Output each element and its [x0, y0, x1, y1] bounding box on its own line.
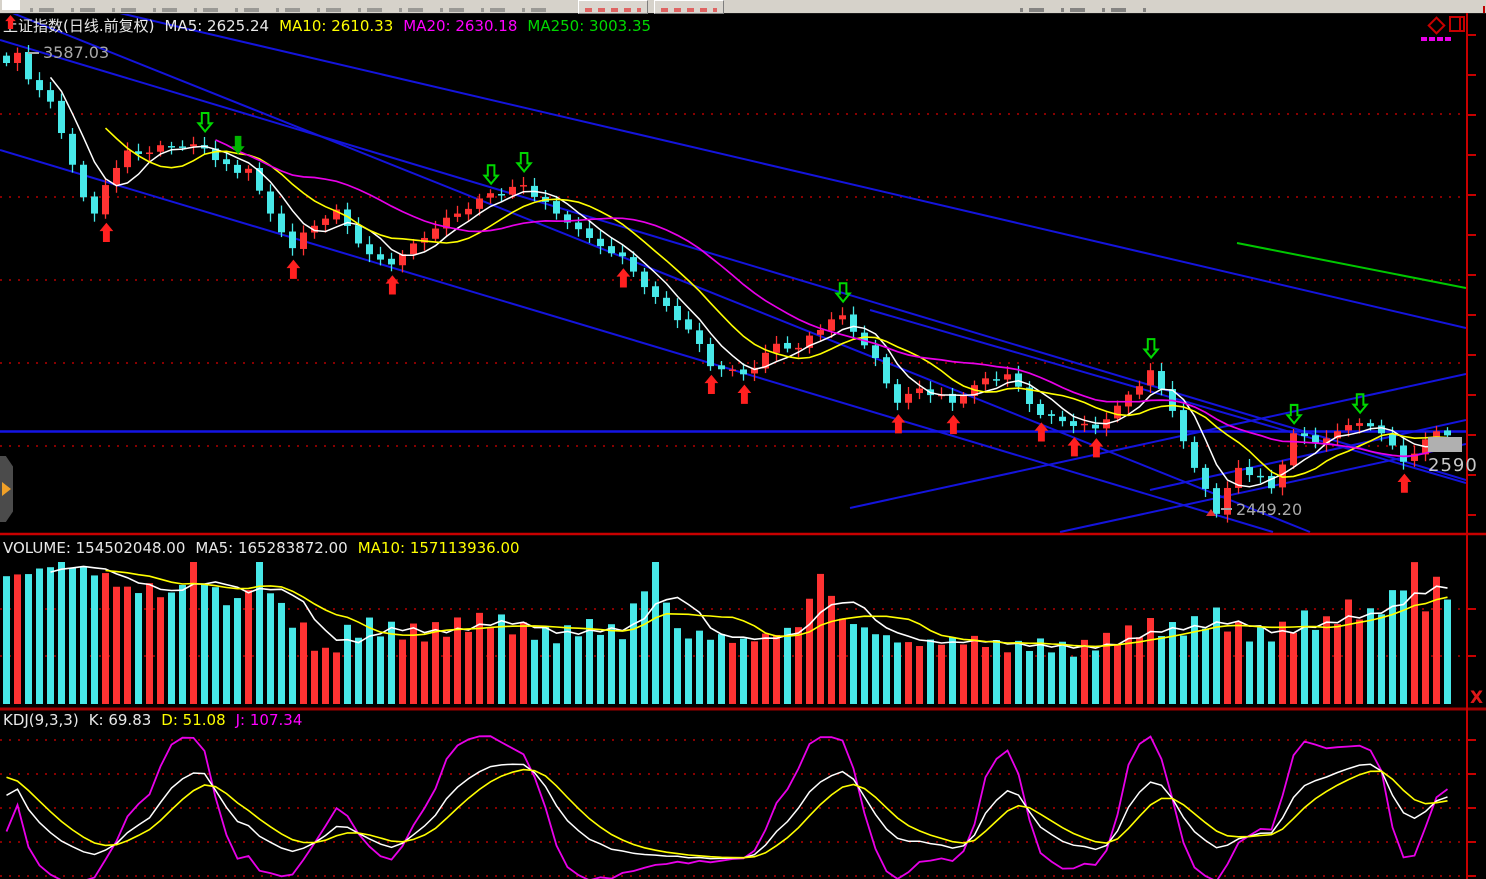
- dashed-line-icon[interactable]: [1421, 37, 1451, 41]
- ma10-value: MA10: 2610.33: [279, 17, 393, 35]
- expand-arrow-icon: [2, 482, 11, 496]
- pane-close-x[interactable]: X: [1470, 688, 1483, 708]
- chart-canvas[interactable]: [0, 0, 1486, 879]
- volume-pane-header: VOLUME: 154502048.00 MA5: 165283872.00 MA1…: [3, 539, 530, 557]
- peak-tick: [28, 52, 39, 54]
- kdj-d-value: D: 51.08: [161, 711, 225, 729]
- trough-price-label: 2449.20: [1236, 500, 1302, 519]
- peak-price-label: 3587.03: [43, 43, 109, 62]
- trough-tick: [1221, 508, 1232, 510]
- axis-highlight-box: [1428, 437, 1462, 452]
- kdj-pane-header: KDJ(9,3,3) K: 69.83 D: 51.08 J: 107.34: [3, 711, 312, 729]
- trough-marker-icon: [1206, 509, 1216, 516]
- volume-ma5-value: MA5: 165283872.00: [195, 539, 347, 557]
- ma5-value: MA5: 2625.24: [164, 17, 269, 35]
- kdj-j-value: J: 107.34: [236, 711, 303, 729]
- ma20-value: MA20: 2630.18: [403, 17, 517, 35]
- kdj-name: KDJ(9,3,3): [3, 711, 79, 729]
- sidebar-expand-tab[interactable]: [0, 456, 13, 522]
- last-price-label: 2590: [1428, 455, 1478, 476]
- volume-ma10-value: MA10: 157113936.00: [358, 539, 520, 557]
- diamond-draw-icon[interactable]: [1427, 16, 1443, 32]
- volume-value: VOLUME: 154502048.00: [3, 539, 185, 557]
- kdj-k-value: K: 69.83: [89, 711, 152, 729]
- main-pane-header: 上证指数(日线.前复权) MA5: 2625.24 MA10: 2610.33 MA2…: [3, 15, 661, 36]
- up-arrow-icon: [5, 15, 16, 29]
- trading-app-window: 上证指数(日线.前复权) MA5: 2625.24 MA10: 2610.33 MA2…: [0, 0, 1486, 879]
- instrument-title: 上证指数(日线.前复权): [3, 17, 154, 35]
- ma250-value: MA250: 3003.35: [527, 17, 651, 35]
- split-window-icon[interactable]: [1449, 16, 1465, 32]
